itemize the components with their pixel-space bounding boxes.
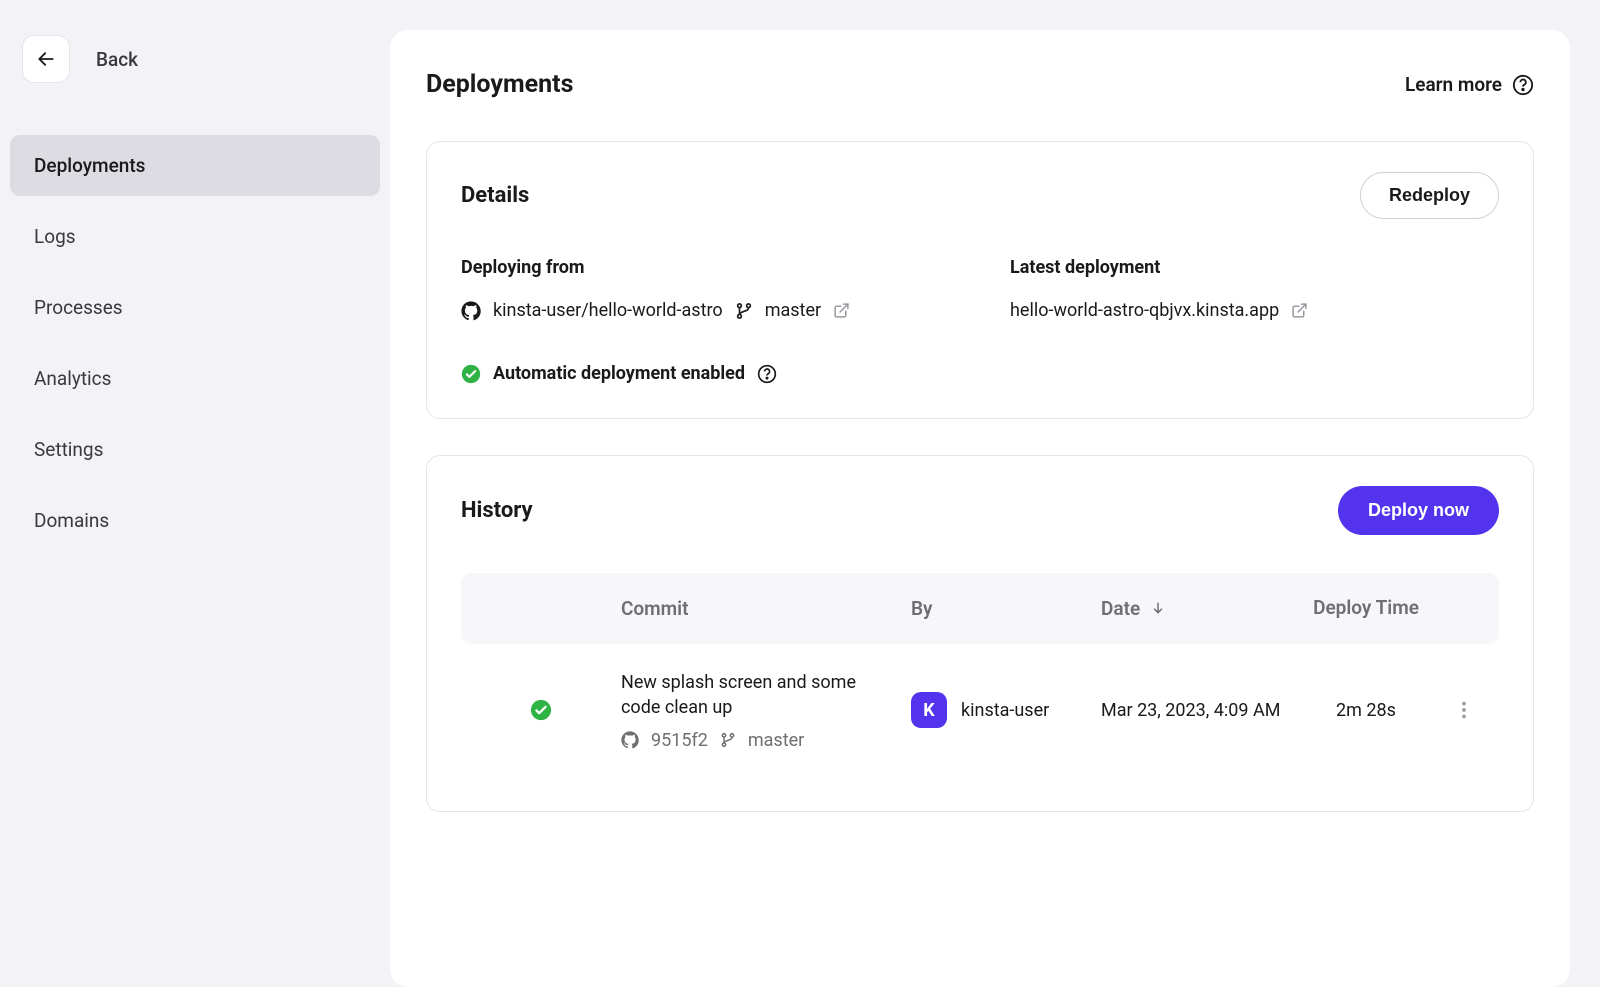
help-circle-icon[interactable] (757, 364, 777, 384)
col-deploy-time[interactable]: Deploy Time (1281, 595, 1451, 622)
branch-name: master (765, 300, 821, 321)
col-commit[interactable]: Commit (621, 597, 911, 620)
details-grid: Deploying from kinsta-user/hello-world-a… (461, 257, 1499, 321)
table-header: Commit By Date Deploy Time (461, 573, 1499, 644)
commit-meta: 9515f2 master (621, 730, 887, 751)
check-circle-icon (461, 364, 481, 384)
sidebar-item-deployments[interactable]: Deployments (10, 135, 380, 196)
col-by[interactable]: By (911, 597, 1101, 620)
details-card: Details Redeploy Deploying from kinsta-u… (426, 141, 1534, 419)
latest-deployment-col: Latest deployment hello-world-astro-qbjv… (1010, 257, 1499, 321)
details-card-header: Details Redeploy (461, 172, 1499, 219)
sidebar-item-label: Logs (34, 225, 76, 248)
external-link-icon[interactable] (1291, 302, 1308, 319)
sidebar-item-label: Deployments (34, 154, 145, 177)
status-cell (461, 699, 621, 721)
sidebar-item-label: Domains (34, 509, 109, 532)
commit-cell: New splash screen and some code clean up… (621, 670, 911, 751)
github-icon (621, 731, 639, 749)
col-date-label: Date (1101, 597, 1140, 620)
page-header: Deployments Learn more (426, 70, 1534, 99)
sidebar-item-label: Analytics (34, 367, 111, 390)
external-link-icon[interactable] (833, 302, 850, 319)
learn-more-label: Learn more (1405, 73, 1502, 96)
commit-sha[interactable]: 9515f2 (651, 730, 708, 751)
back-row: Back (10, 35, 380, 83)
more-vertical-icon[interactable] (1453, 699, 1475, 721)
check-circle-icon (530, 699, 552, 721)
sidebar: Back Deployments Logs Processes Analytic… (0, 0, 390, 987)
deploy-time-cell: 2m 28s (1281, 700, 1451, 721)
by-name: kinsta-user (961, 700, 1049, 721)
main-content: Deployments Learn more Details Redeploy … (390, 30, 1570, 987)
help-circle-icon (1512, 74, 1534, 96)
deploying-from-col: Deploying from kinsta-user/hello-world-a… (461, 257, 950, 321)
col-deploy-time-label: Deploy Time (1313, 596, 1419, 619)
sidebar-item-label: Settings (34, 438, 103, 461)
deploying-from-value: kinsta-user/hello-world-astro master (461, 300, 950, 321)
latest-deployment-label: Latest deployment (1010, 257, 1499, 278)
git-branch-icon (720, 732, 736, 748)
redeploy-button[interactable]: Redeploy (1360, 172, 1499, 219)
sort-desc-icon (1151, 601, 1165, 615)
history-card: History Deploy now Commit By Date Deplo (426, 455, 1534, 812)
nav-list: Deployments Logs Processes Analytics Set… (10, 135, 380, 551)
latest-deployment-value: hello-world-astro-qbjvx.kinsta.app (1010, 300, 1499, 321)
table-row: New splash screen and some code clean up… (461, 644, 1499, 777)
sidebar-item-logs[interactable]: Logs (10, 206, 380, 267)
sidebar-item-settings[interactable]: Settings (10, 419, 380, 480)
commit-branch: master (748, 730, 804, 751)
deploy-now-button[interactable]: Deploy now (1338, 486, 1499, 535)
repo-name[interactable]: kinsta-user/hello-world-astro (493, 300, 723, 321)
sidebar-item-domains[interactable]: Domains (10, 490, 380, 551)
back-label: Back (96, 48, 138, 71)
date-cell: Mar 23, 2023, 4:09 AM (1101, 697, 1281, 724)
by-cell: K kinsta-user (911, 692, 1101, 728)
git-branch-icon (735, 302, 753, 320)
history-table: Commit By Date Deploy Time (461, 573, 1499, 777)
commit-message: New splash screen and some code clean up (621, 670, 887, 720)
auto-deploy-text: Automatic deployment enabled (493, 363, 745, 384)
history-card-header: History Deploy now (461, 486, 1499, 535)
deployment-url[interactable]: hello-world-astro-qbjvx.kinsta.app (1010, 300, 1279, 321)
history-card-title: History (461, 498, 533, 523)
avatar: K (911, 692, 947, 728)
details-card-title: Details (461, 183, 529, 208)
sidebar-item-processes[interactable]: Processes (10, 277, 380, 338)
sidebar-item-analytics[interactable]: Analytics (10, 348, 380, 409)
github-icon (461, 301, 481, 321)
actions-cell (1451, 699, 1499, 721)
page-title: Deployments (426, 70, 573, 99)
sidebar-item-label: Processes (34, 296, 123, 319)
col-date[interactable]: Date (1101, 597, 1281, 620)
deploying-from-label: Deploying from (461, 257, 950, 278)
auto-deploy-row: Automatic deployment enabled (461, 363, 1499, 384)
arrow-left-icon (36, 49, 56, 69)
back-button[interactable] (22, 35, 70, 83)
learn-more-link[interactable]: Learn more (1405, 73, 1534, 96)
